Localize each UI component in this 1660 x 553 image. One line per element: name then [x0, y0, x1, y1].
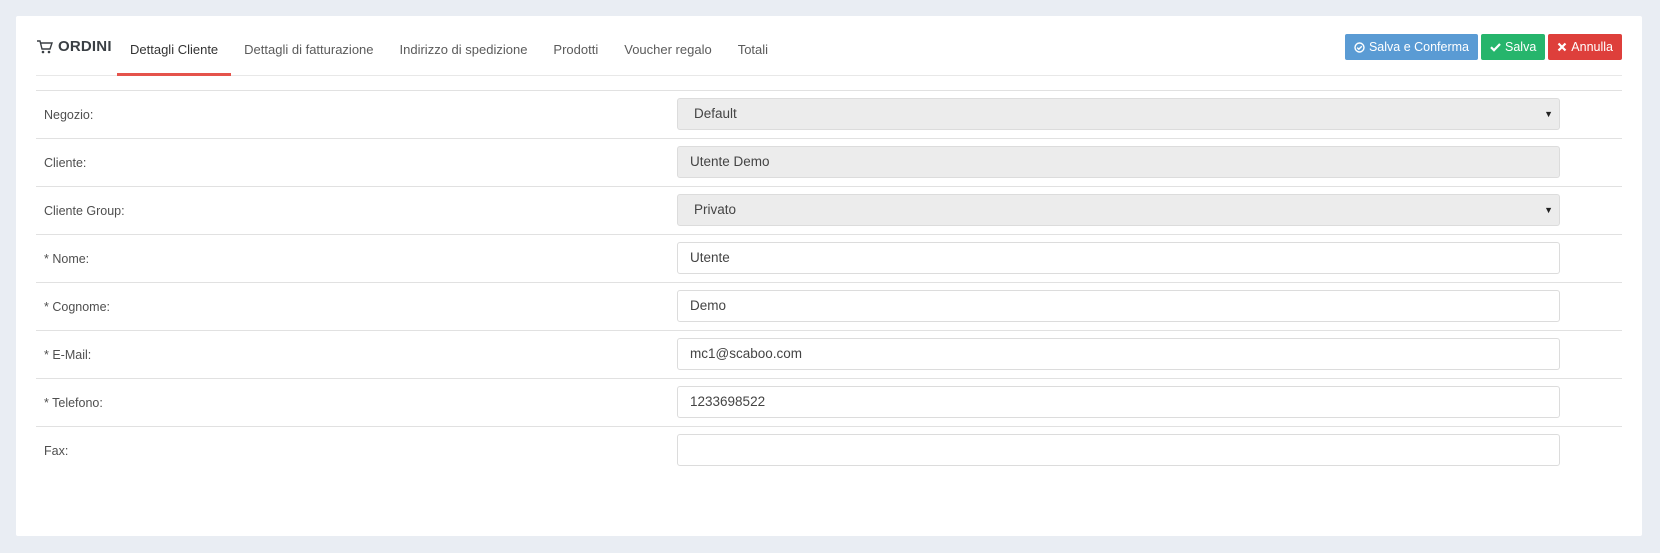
check-icon	[1490, 42, 1501, 52]
top-bar: ORDINI Dettagli Cliente Dettagli di fatt…	[36, 16, 1622, 76]
tab-totali[interactable]: Totali	[725, 16, 781, 75]
caret-down-icon: ▼	[1544, 205, 1553, 215]
negozio-label: Negozio:	[44, 108, 94, 122]
cart-icon	[36, 39, 54, 55]
save-confirm-label: Salva e Conferma	[1368, 40, 1470, 54]
tab-indirizzo-spedizione[interactable]: Indirizzo di spedizione	[387, 16, 541, 75]
cognome-input[interactable]: Demo	[677, 290, 1560, 322]
order-panel: ORDINI Dettagli Cliente Dettagli di fatt…	[16, 16, 1642, 536]
tab-prodotti[interactable]: Prodotti	[540, 16, 611, 75]
check-circle-icon	[1354, 41, 1365, 53]
fax-label: Fax:	[44, 444, 69, 458]
cliente-group-label: Cliente Group:	[44, 204, 125, 218]
telefono-input[interactable]: 1233698522	[677, 386, 1560, 418]
caret-down-icon: ▼	[1544, 109, 1553, 119]
negozio-selected-value: Default	[694, 106, 737, 121]
form-row-telefono: * Telefono: 1233698522	[36, 378, 1622, 426]
cancel-label: Annulla	[1571, 40, 1613, 54]
save-confirm-button[interactable]: Salva e Conferma	[1344, 34, 1479, 60]
cognome-label: * Cognome:	[44, 300, 111, 314]
form-row-cliente-group: Cliente Group: Privato ▼	[36, 186, 1622, 234]
form-row-negozio: Negozio: Default ▼	[36, 90, 1622, 138]
action-buttons: Salva e Conferma Salva Annulla	[1344, 34, 1622, 60]
tab-dettagli-fatturazione[interactable]: Dettagli di fatturazione	[231, 16, 386, 75]
page-title-text: ORDINI	[58, 38, 112, 55]
customer-details-form: Negozio: Default ▼ Cliente: Utente Demo …	[36, 90, 1622, 474]
fax-input[interactable]	[677, 434, 1560, 466]
form-row-fax: Fax:	[36, 426, 1622, 474]
tab-voucher-regalo[interactable]: Voucher regalo	[611, 16, 724, 75]
form-row-nome: * Nome: Utente	[36, 234, 1622, 282]
cliente-group-selected-value: Privato	[694, 202, 737, 217]
tab-bar: Dettagli Cliente Dettagli di fatturazion…	[117, 16, 781, 76]
cliente-group-select[interactable]: Privato ▼	[677, 194, 1560, 226]
nome-input[interactable]: Utente	[677, 242, 1560, 274]
close-icon	[1557, 42, 1567, 52]
form-row-email: * E-Mail: mc1@scaboo.com	[36, 330, 1622, 378]
form-row-cliente: Cliente: Utente Demo	[36, 138, 1622, 186]
save-label: Salva	[1505, 40, 1537, 54]
form-row-cognome: * Cognome: Demo	[36, 282, 1622, 330]
email-label: * E-Mail:	[44, 348, 92, 362]
cliente-label: Cliente:	[44, 156, 87, 170]
cancel-button[interactable]: Annulla	[1548, 34, 1622, 60]
nome-label: * Nome:	[44, 252, 90, 266]
tab-dettagli-cliente[interactable]: Dettagli Cliente	[117, 16, 232, 76]
email-input[interactable]: mc1@scaboo.com	[677, 338, 1560, 370]
negozio-select[interactable]: Default ▼	[677, 98, 1560, 130]
telefono-label: * Telefono:	[44, 396, 103, 410]
save-button[interactable]: Salva	[1481, 34, 1546, 60]
cliente-field[interactable]: Utente Demo	[677, 146, 1560, 178]
page-title: ORDINI	[36, 38, 112, 55]
